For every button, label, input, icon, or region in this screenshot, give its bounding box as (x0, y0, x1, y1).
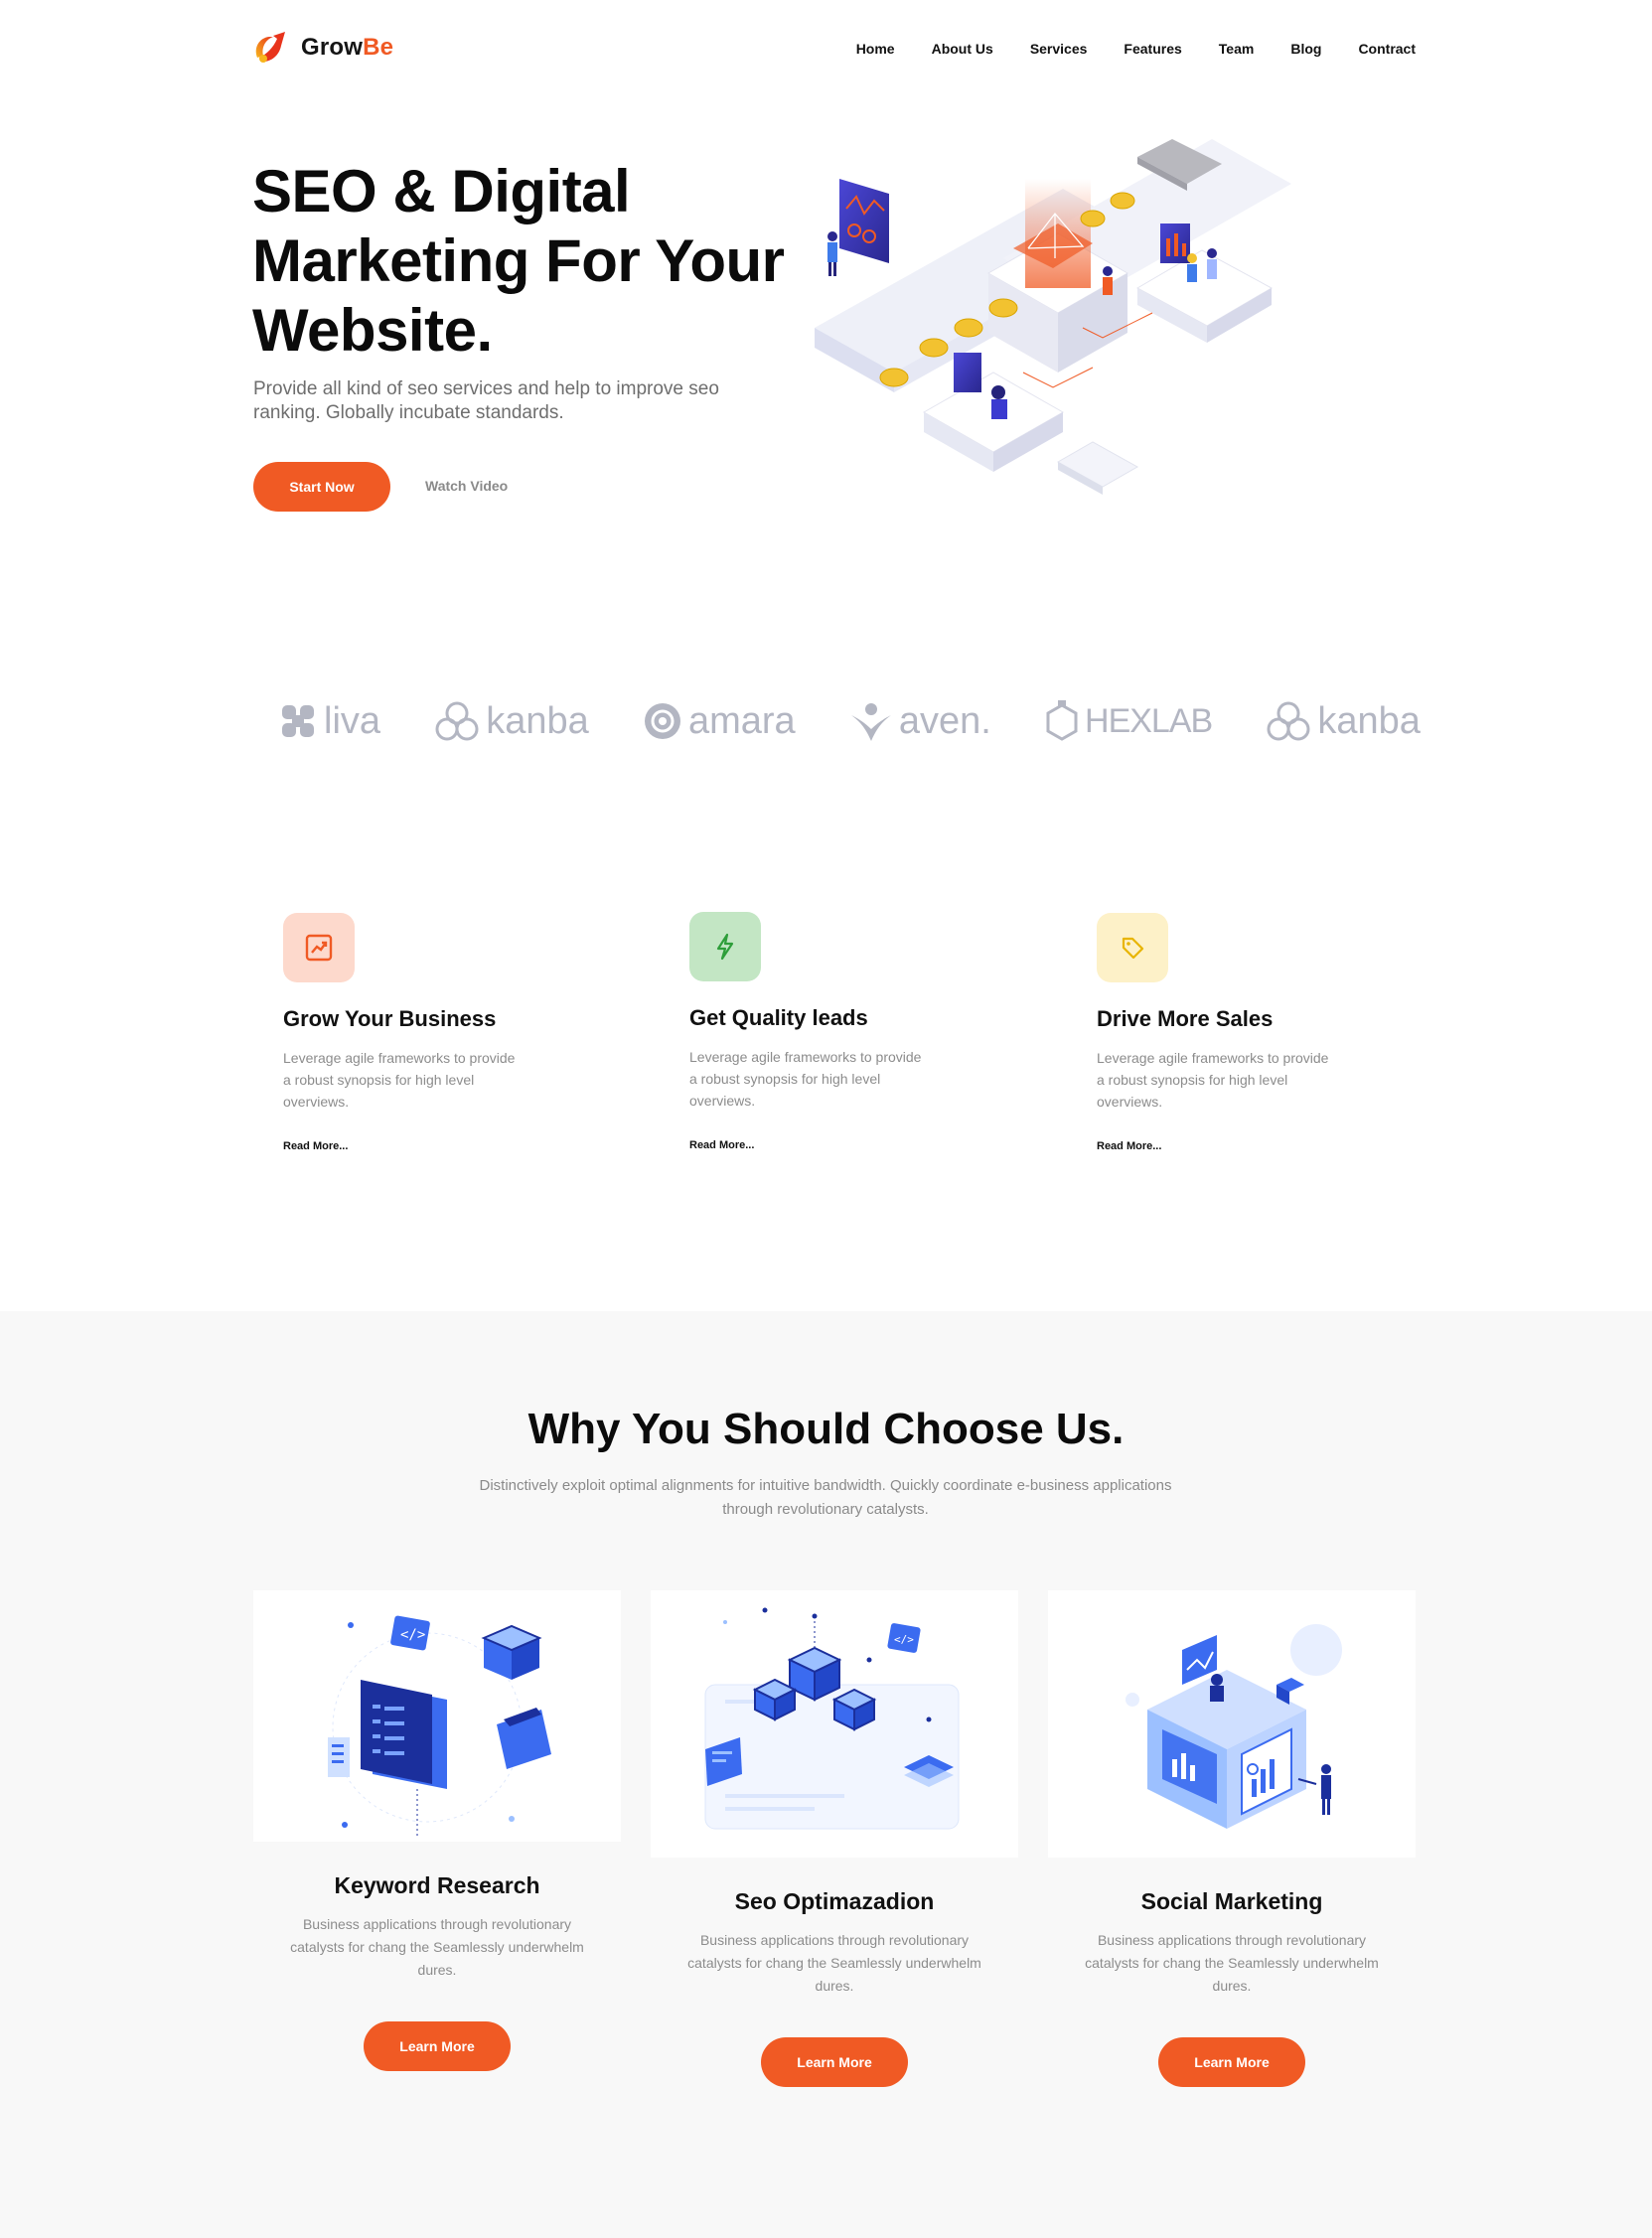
partner-logo-amara: amara (643, 700, 796, 743)
hexlab-logo-icon (1046, 700, 1078, 741)
card-title: Social Marketing (1140, 1888, 1323, 1914)
feature-icon-box (283, 913, 355, 982)
kanba-logo-icon (435, 701, 479, 741)
rocket-logo-icon (255, 32, 285, 63)
liva-logo-icon (282, 705, 314, 737)
trend-up-icon (305, 934, 333, 962)
brand-name: GrowBe (301, 34, 393, 62)
hero-title: SEO & Digital Marketing For Your Website… (252, 158, 785, 364)
partner-logo-aven: aven. (849, 699, 991, 743)
svg-text:</>: </> (400, 1627, 425, 1643)
feature-icon-box (689, 912, 761, 981)
read-more-link[interactable]: Read More... (1097, 1140, 1161, 1152)
partner-name: liva (324, 699, 381, 742)
partner-logos: liva kanba amara aven. HEXLAB kanba (278, 691, 1421, 751)
card-title: Seo Optimazadion (734, 1888, 935, 1914)
partner-name: kanba (486, 699, 589, 742)
social-marketing-illustration (1048, 1590, 1416, 1858)
main-menu: Home About Us Services Features Team Blo… (856, 41, 1416, 57)
section-subtitle: Distinctively exploit optimal alignments… (479, 1477, 1172, 1518)
service-card-social-marketing: Social Marketing Business applications t… (1048, 1590, 1416, 2087)
partner-logo-kanba-2: kanba (1266, 699, 1421, 743)
brand-name-main: Grow (301, 34, 364, 61)
feature-quality-leads: Get Quality leads Leverage agile framewo… (689, 912, 968, 1153)
feature-grow-business: Grow Your Business Leverage agile framew… (283, 913, 561, 1154)
tag-icon (1122, 937, 1144, 960)
partner-name: kanba (1317, 699, 1421, 742)
service-card-seo-optimization: </> Seo Optimazadion Business applicatio… (651, 1590, 1018, 2087)
why-choose-us-section: Why You Should Choose Us. Distinctively … (0, 1311, 1652, 2238)
keyword-research-illustration: </> (253, 1590, 621, 1842)
feature-description: Leverage agile frameworks to provide a r… (689, 1049, 922, 1109)
card-description: Business applications through revolution… (1085, 1932, 1379, 1994)
svg-text:</>: </> (894, 1633, 914, 1646)
aven-logo-icon (850, 703, 891, 741)
feature-title: Get Quality leads (689, 1005, 868, 1030)
partner-name: HEXLAB (1085, 701, 1213, 740)
nav-team[interactable]: Team (1219, 41, 1255, 57)
partner-logo-hexlab: HEXLAB (1045, 699, 1213, 743)
nav-features[interactable]: Features (1124, 41, 1181, 57)
nav-services[interactable]: Services (1030, 41, 1088, 57)
learn-more-button[interactable]: Learn More (1158, 2037, 1305, 2087)
nav-home[interactable]: Home (856, 41, 895, 57)
read-more-link[interactable]: Read More... (689, 1139, 754, 1151)
read-more-link[interactable]: Read More... (283, 1140, 348, 1152)
feature-title: Drive More Sales (1097, 1006, 1274, 1031)
feature-icon-box (1097, 913, 1168, 982)
feature-description: Leverage agile frameworks to provide a r… (1097, 1050, 1329, 1110)
partner-logo-kanba: kanba (434, 699, 589, 743)
partner-name: aven. (898, 699, 991, 742)
lightning-icon (716, 933, 734, 961)
card-description: Business applications through revolution… (687, 1932, 981, 1994)
feature-drive-sales: Drive More Sales Leverage agile framewor… (1097, 913, 1375, 1154)
isometric-seo-illustration (815, 139, 1291, 495)
nav-blog[interactable]: Blog (1290, 41, 1321, 57)
learn-more-button[interactable]: Learn More (761, 2037, 908, 2087)
navbar: GrowBe Home About Us Services Features T… (0, 0, 1652, 103)
seo-optimization-illustration: </> (651, 1590, 1018, 1858)
watch-video-link[interactable]: Watch Video (425, 478, 508, 494)
nav-about-us[interactable]: About Us (932, 41, 993, 57)
feature-title: Grow Your Business (283, 1006, 497, 1031)
card-description: Business applications through revolution… (290, 1916, 584, 1978)
learn-more-button[interactable]: Learn More (364, 2021, 511, 2071)
kanba-logo-icon (1267, 701, 1310, 741)
start-now-button[interactable]: Start Now (253, 462, 390, 512)
amara-logo-icon (644, 703, 680, 739)
feature-description: Leverage agile frameworks to provide a r… (283, 1050, 516, 1110)
section-title: Why You Should Choose Us. (527, 1405, 1125, 1453)
nav-contract[interactable]: Contract (1358, 41, 1416, 57)
partner-name: amara (687, 699, 796, 742)
partner-logo-liva: liva (278, 700, 380, 743)
hero-subtitle: Provide all kind of seo services and hel… (253, 378, 719, 423)
brand-name-accent: Be (363, 34, 394, 61)
card-title: Keyword Research (334, 1872, 540, 1898)
brand-logo[interactable]: GrowBe (251, 28, 393, 68)
service-card-keyword-research: </> Keyword Research Business applicatio… (253, 1590, 621, 2071)
